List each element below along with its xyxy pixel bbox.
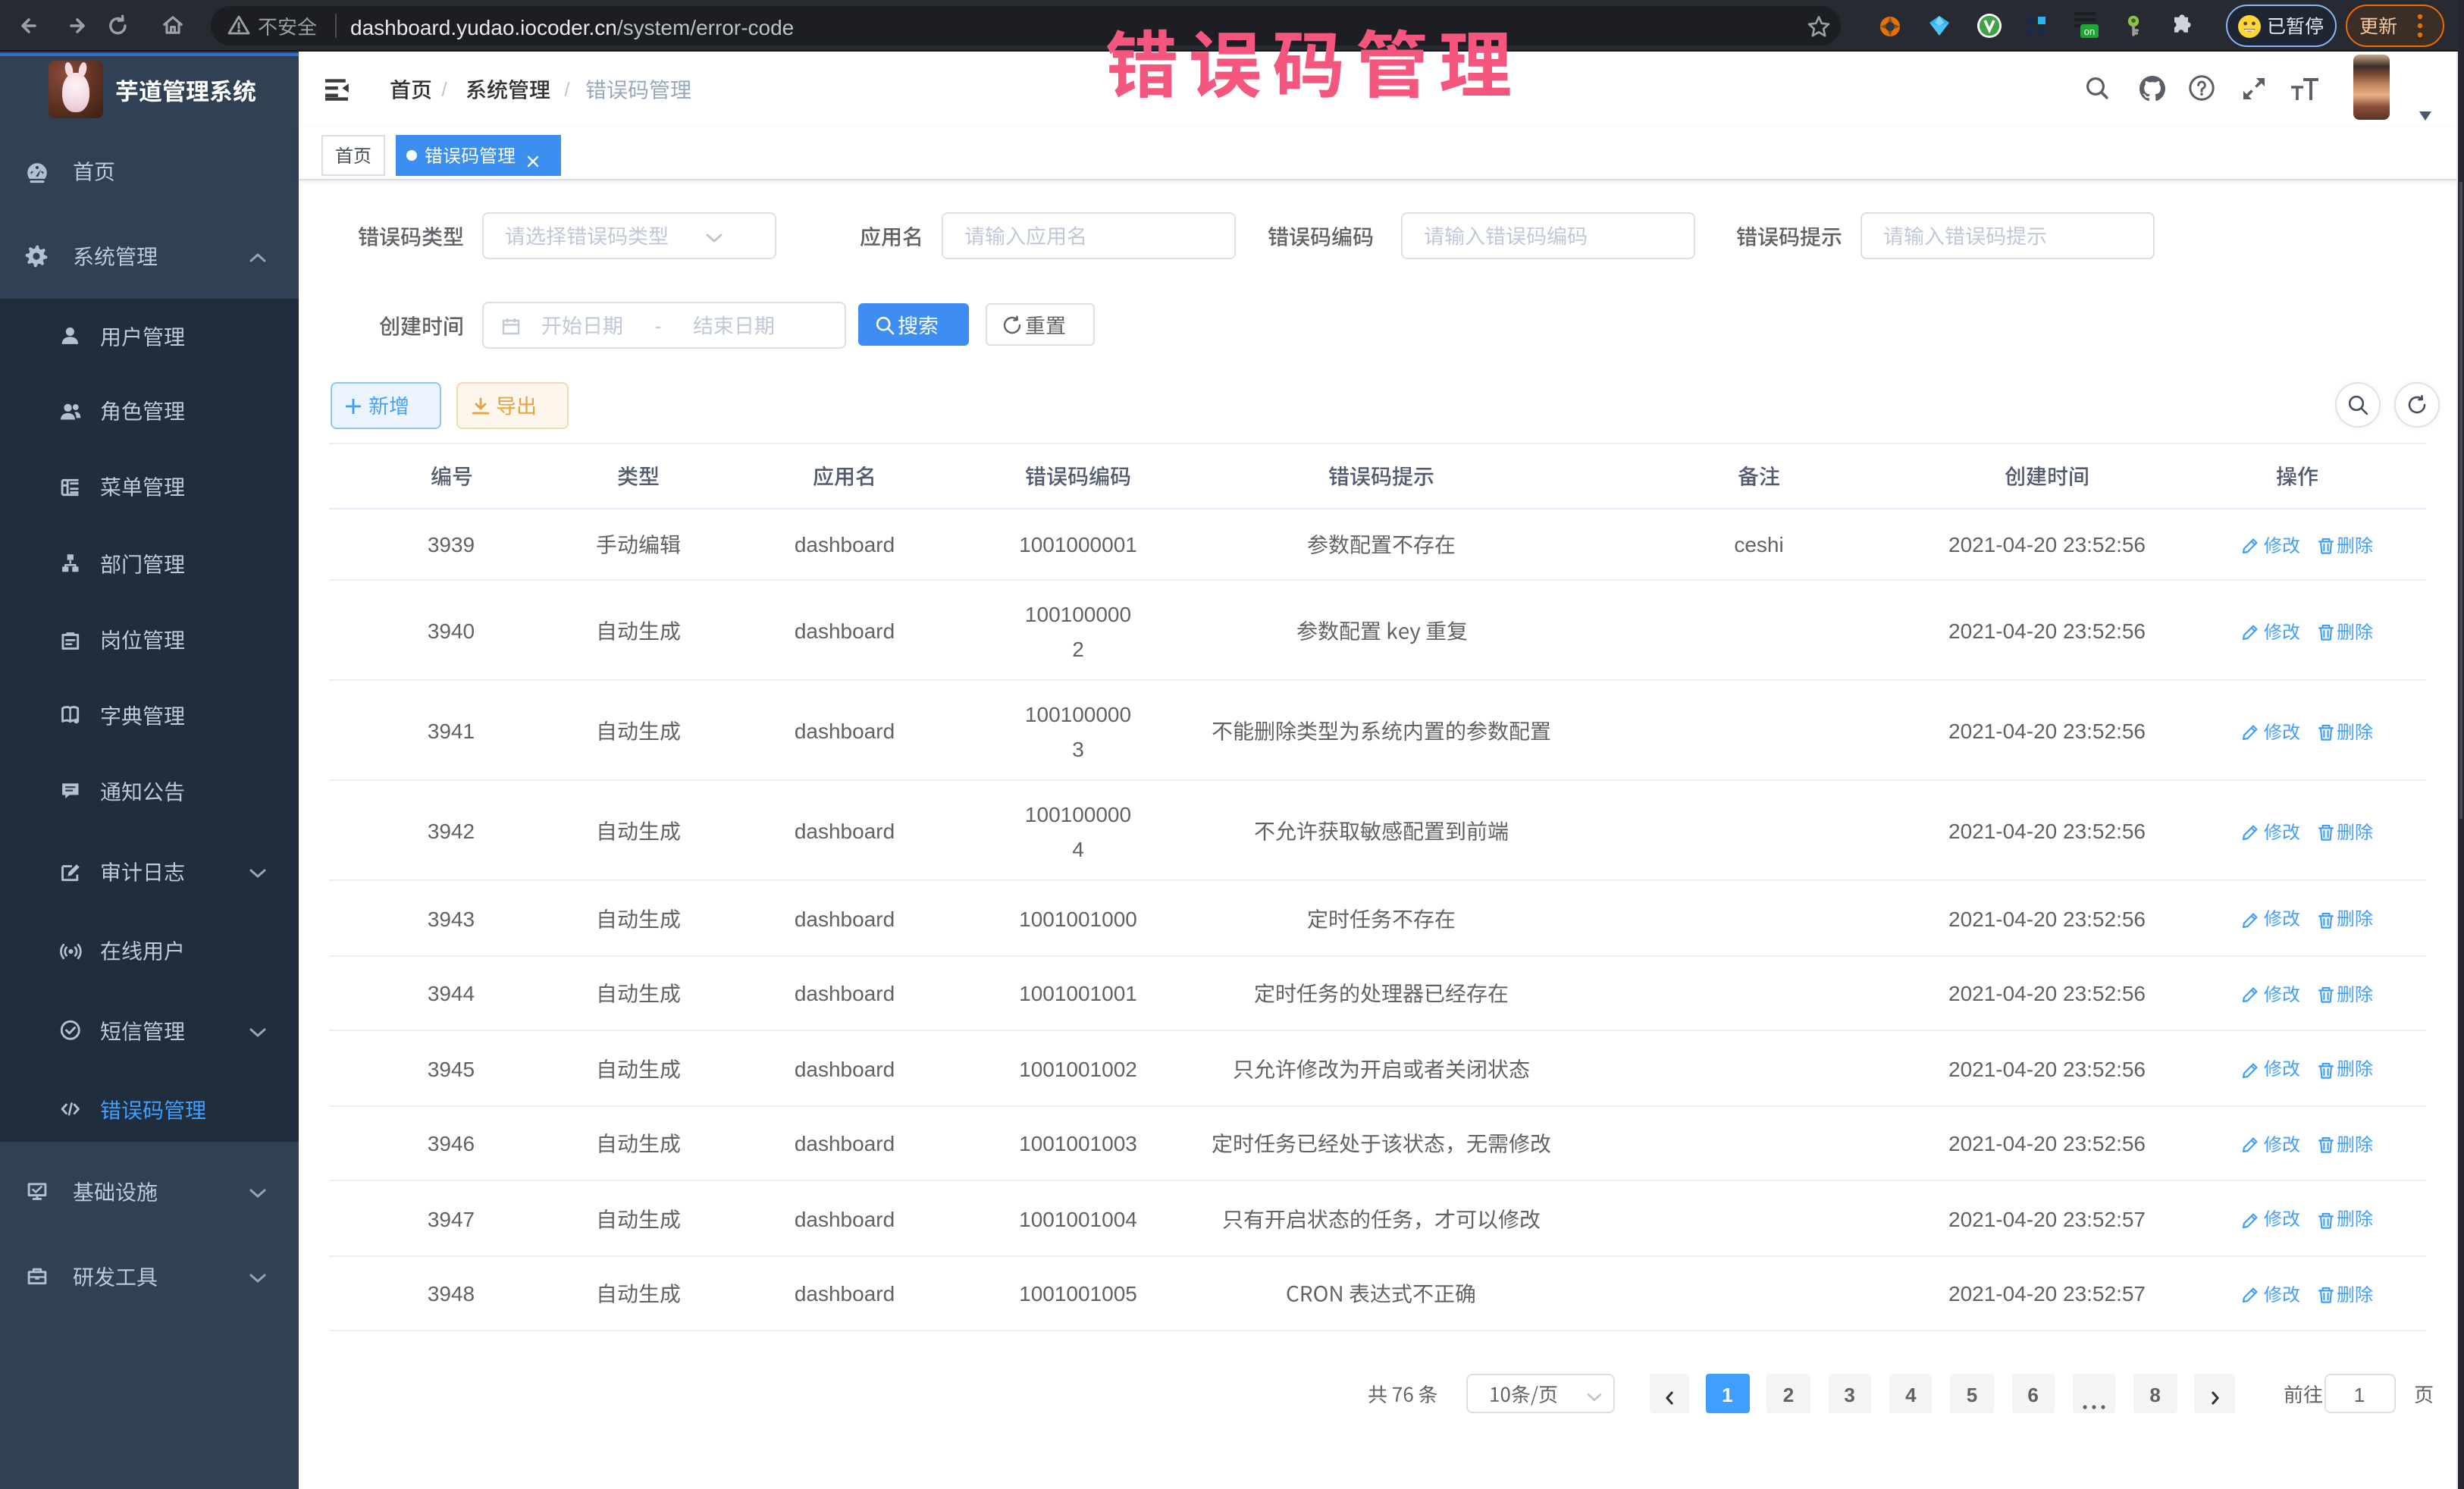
svg-text:on: on [2083,26,2094,37]
